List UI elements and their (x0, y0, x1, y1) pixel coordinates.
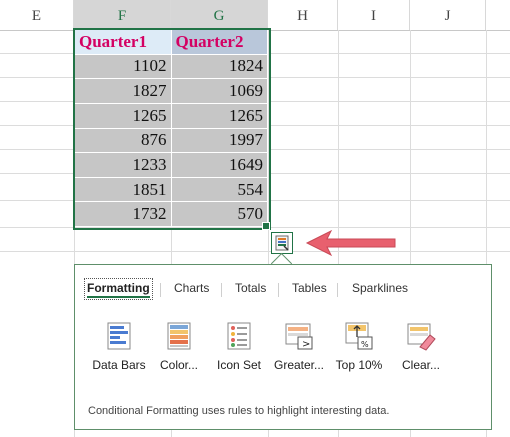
tab-divider (160, 283, 161, 297)
quick-analysis-button[interactable] (271, 232, 293, 254)
table-row: 876 1997 (74, 127, 268, 154)
fill-handle[interactable] (262, 222, 270, 230)
focus-outline (84, 278, 153, 300)
tab-totals[interactable]: Totals (235, 281, 266, 295)
greater-than-icon: > (284, 321, 314, 351)
column-header-e[interactable]: E (0, 0, 74, 30)
table-header-row: Quarter1 Quarter2 (74, 29, 268, 55)
greater-than-button[interactable]: > Greater... (269, 321, 329, 372)
data-cell[interactable]: 876 (74, 127, 172, 154)
header-cell-quarter1[interactable]: Quarter1 (74, 29, 172, 55)
option-label: Greater... (273, 358, 325, 372)
data-cell[interactable]: 1997 (170, 127, 268, 154)
option-label: Data Bars (92, 358, 146, 372)
icon-set-icon (224, 321, 254, 351)
top-10-icon: % (344, 321, 374, 351)
option-label: Top 10% (335, 358, 383, 372)
tab-divider (221, 283, 222, 297)
clear-format-icon (406, 321, 436, 351)
table-row: 1732 570 (74, 201, 268, 227)
panel-hint-text: Conditional Formatting uses rules to hig… (88, 405, 390, 417)
data-range: Quarter1 Quarter2 1102 1824 1827 1069 12… (74, 29, 268, 227)
table-row: 1827 1069 (74, 78, 268, 104)
data-cell[interactable]: 1851 (74, 176, 172, 203)
column-header-i[interactable]: I (338, 0, 410, 30)
quick-analysis-tabs: Formatting Charts Totals Tables Sparklin… (75, 278, 491, 301)
tab-sparklines[interactable]: Sparklines (352, 281, 408, 295)
table-row: 1851 554 (74, 176, 268, 203)
tab-formatting[interactable]: Formatting (84, 278, 153, 300)
color-scale-button[interactable]: Color... (149, 321, 209, 372)
icon-set-button[interactable]: Icon Set (209, 321, 269, 372)
color-scale-icon (164, 321, 194, 351)
column-header-g[interactable]: G (171, 0, 268, 30)
data-cell[interactable]: 554 (170, 176, 268, 203)
quick-analysis-icon (275, 235, 289, 251)
option-label: Clear... (401, 358, 440, 372)
column-header-row: E F G H I J (0, 0, 510, 31)
gridline (0, 227, 510, 228)
data-cell[interactable]: 1732 (74, 201, 172, 227)
data-cell[interactable]: 1102 (74, 53, 172, 80)
tab-divider (337, 283, 338, 297)
data-cell[interactable]: 570 (170, 201, 268, 227)
tab-charts[interactable]: Charts (174, 281, 209, 295)
column-header-j[interactable]: J (410, 0, 486, 30)
data-cell[interactable]: 1265 (170, 102, 268, 129)
data-cell[interactable]: 1649 (170, 152, 268, 178)
table-row: 1102 1824 (74, 53, 268, 80)
data-bars-icon (104, 321, 134, 351)
data-cell[interactable]: 1265 (74, 102, 172, 129)
option-label: Icon Set (216, 358, 262, 372)
column-header-f[interactable]: F (74, 0, 171, 30)
pointer-arrow-icon (305, 229, 396, 257)
tab-divider (278, 283, 279, 297)
top-10-button[interactable]: % Top 10% (329, 321, 389, 372)
data-cell[interactable]: 1824 (170, 53, 268, 80)
svg-text:%: % (361, 340, 369, 349)
data-cell[interactable]: 1233 (74, 152, 172, 178)
option-label: Color... (159, 358, 198, 372)
tab-tables[interactable]: Tables (292, 281, 327, 295)
data-cell[interactable]: 1069 (170, 78, 268, 104)
header-cell-quarter2[interactable]: Quarter2 (170, 29, 268, 55)
quick-analysis-panel: Formatting Charts Totals Tables Sparklin… (74, 264, 492, 430)
svg-text:>: > (302, 339, 310, 350)
gridline (0, 251, 510, 252)
table-row: 1233 1649 (74, 152, 268, 178)
data-bars-button[interactable]: Data Bars (89, 321, 149, 372)
data-cell[interactable]: 1827 (74, 78, 172, 104)
clear-format-button[interactable]: Clear... (391, 321, 451, 372)
column-header-h[interactable]: H (268, 0, 338, 30)
table-row: 1265 1265 (74, 102, 268, 129)
